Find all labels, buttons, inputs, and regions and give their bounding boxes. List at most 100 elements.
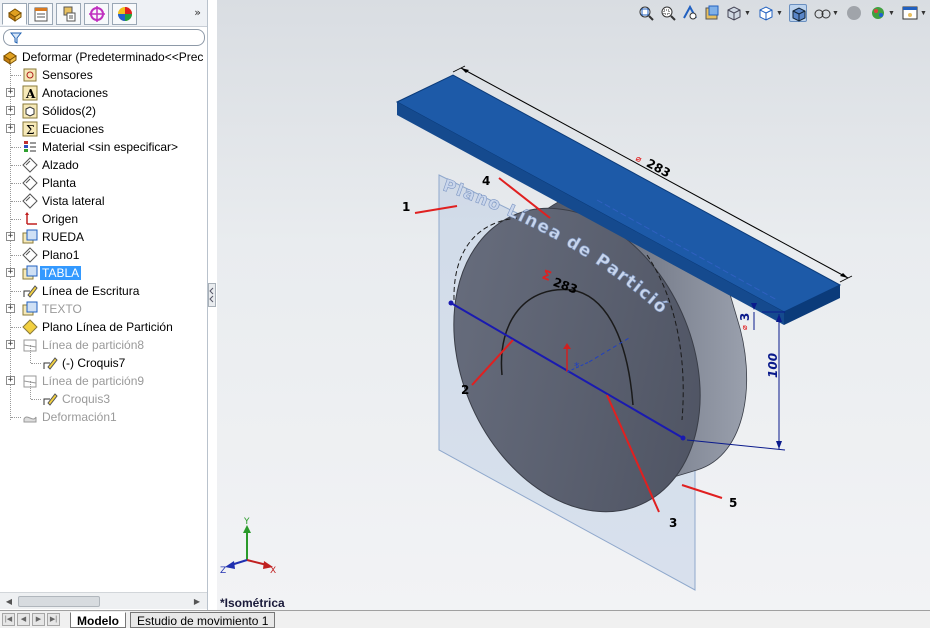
- expand-toggle-icon[interactable]: +: [6, 232, 15, 241]
- expand-toggle-icon[interactable]: +: [6, 268, 15, 277]
- featuremanager-tab[interactable]: [2, 3, 27, 25]
- tree-filter-input[interactable]: [3, 29, 205, 46]
- tree-item[interactable]: Vista lateral: [0, 192, 207, 210]
- tree-item[interactable]: + Sólidos(2): [0, 102, 207, 120]
- expand-toggle-icon[interactable]: +: [6, 340, 15, 349]
- scrollbar-thumb[interactable]: [18, 596, 100, 607]
- tabs-overflow-button[interactable]: »: [194, 6, 201, 19]
- extrude-icon: [22, 301, 38, 317]
- first-tab-button[interactable]: |◀: [2, 613, 15, 626]
- material-icon: [22, 139, 38, 155]
- tree-item-label: TABLA: [40, 266, 82, 280]
- view-orientation-dropdown-icon[interactable]: ▼: [744, 10, 751, 17]
- tree-item[interactable]: Plano1: [0, 246, 207, 264]
- annotations-icon: A: [22, 85, 38, 101]
- apply-scene-dropdown-icon[interactable]: ▼: [888, 10, 895, 17]
- apply-scene-icon[interactable]: [869, 4, 887, 22]
- tree-horizontal-scrollbar[interactable]: ◀ ▶: [0, 592, 207, 609]
- previous-view-icon[interactable]: [681, 4, 699, 22]
- tree-item[interactable]: + Σ Ecuaciones: [0, 120, 207, 138]
- triad-z-label: Z: [220, 566, 226, 576]
- shaded-edges-icon[interactable]: [789, 4, 807, 22]
- tree-item[interactable]: Plano Línea de Partición: [0, 318, 207, 336]
- thickness-dim-value: 3: [738, 313, 752, 321]
- view-orientation-icon[interactable]: [725, 4, 743, 22]
- tree-item-label: Línea de partición9: [42, 374, 145, 388]
- tree-item[interactable]: + TABLA: [0, 264, 207, 282]
- tree-item[interactable]: Origen: [0, 210, 207, 228]
- scroll-right-arrow-icon[interactable]: ▶: [191, 596, 203, 607]
- tree-item[interactable]: Deformación1: [0, 408, 207, 426]
- propertymanager-tab[interactable]: [28, 3, 53, 25]
- last-tab-button[interactable]: ▶|: [47, 613, 60, 626]
- tree-connector: [11, 201, 21, 202]
- tree-connector: [11, 255, 21, 256]
- tree-connector: [11, 165, 21, 166]
- tab-model[interactable]: Modelo: [70, 612, 126, 628]
- tree-item-label: RUEDA: [42, 230, 85, 244]
- tree-connector: [31, 363, 41, 364]
- thickness-dimension: ⌀ 3: [738, 313, 752, 330]
- tree-item[interactable]: Planta: [0, 174, 207, 192]
- triad-x-label: X: [270, 566, 276, 576]
- next-tab-button[interactable]: ▶: [32, 613, 45, 626]
- tree-item[interactable]: + RUEDA: [0, 228, 207, 246]
- tree-item[interactable]: (-) Croquis7: [0, 345, 207, 372]
- tree-item-label: Alzado: [42, 158, 79, 172]
- edit-appearance-icon[interactable]: [845, 4, 863, 22]
- solid-bodies-icon: [22, 103, 38, 119]
- tree-item[interactable]: + A Anotaciones: [0, 84, 207, 102]
- tab-motion-study[interactable]: Estudio de movimiento 1: [130, 612, 276, 628]
- view-orientation-label: *Isométrica: [220, 596, 285, 610]
- tree-item[interactable]: Línea de Escritura: [0, 282, 207, 300]
- propertymanager-icon: [34, 7, 47, 22]
- tree-item[interactable]: Material <sin especificar>: [0, 138, 207, 156]
- plane-icon: [22, 157, 38, 173]
- view-settings-icon[interactable]: [901, 4, 919, 22]
- svg-text:A: A: [25, 87, 36, 101]
- section-view-icon[interactable]: [703, 4, 721, 22]
- tree-item[interactable]: Croquis3: [0, 381, 207, 408]
- extrude-icon: [22, 265, 38, 281]
- tree-item[interactable]: + Línea de partición9: [0, 372, 207, 390]
- sensor-icon: [22, 67, 38, 83]
- split-end-point: [680, 435, 686, 441]
- scroll-left-arrow-icon[interactable]: ◀: [3, 596, 15, 607]
- callout-3: 3: [669, 516, 677, 530]
- display-style-icon[interactable]: [757, 4, 775, 22]
- hide-show-dropdown-icon[interactable]: ▼: [832, 10, 839, 17]
- tree-item-label: Deformación1: [42, 410, 117, 424]
- tree-item-label: Plano Línea de Partición: [42, 320, 173, 334]
- zoom-area-icon[interactable]: [659, 4, 677, 22]
- feature-manager-panel: » Deformar (Predeterminado<<Prec Sensores…: [0, 0, 208, 610]
- tree-item[interactable]: Alzado: [0, 156, 207, 174]
- display-style-dropdown-icon[interactable]: ▼: [776, 10, 783, 17]
- expand-toggle-icon[interactable]: +: [6, 88, 15, 97]
- collapse-arrow-icon: [209, 287, 214, 303]
- filter-icon: [10, 32, 22, 44]
- graphics-area[interactable]: * Plano Línea de Partición ⌀ 283 Σ 283: [217, 0, 930, 610]
- expand-toggle-icon[interactable]: +: [6, 304, 15, 313]
- view-settings-dropdown-icon[interactable]: ▼: [920, 10, 927, 17]
- expand-toggle-icon[interactable]: +: [6, 106, 15, 115]
- hide-show-icon[interactable]: [813, 4, 831, 22]
- tree-item[interactable]: + TEXTO: [0, 300, 207, 318]
- zoom-to-fit-icon[interactable]: [637, 4, 655, 22]
- tree-item-label: Planta: [42, 176, 77, 190]
- tree-item[interactable]: + Línea de partición8: [0, 336, 207, 354]
- tree-item-label: Croquis3: [62, 392, 111, 406]
- tree-item[interactable]: Sensores: [0, 66, 207, 84]
- plane-yellow-icon: [22, 319, 38, 335]
- expand-toggle-icon[interactable]: +: [6, 124, 15, 133]
- callout-2: 2: [461, 383, 469, 397]
- display-manager-tab[interactable]: [112, 3, 137, 25]
- prev-tab-button[interactable]: ◀: [17, 613, 30, 626]
- panel-collapse-handle[interactable]: [208, 283, 216, 307]
- configurationmanager-tab[interactable]: [56, 3, 81, 25]
- sketch-icon: [22, 283, 38, 299]
- tree-item-label: Origen: [42, 212, 79, 226]
- extrude-icon: [22, 229, 38, 245]
- expand-toggle-icon[interactable]: +: [6, 376, 15, 385]
- dimxpert-tab[interactable]: [84, 3, 109, 25]
- tree-root-deformar[interactable]: Deformar (Predeterminado<<Prec: [0, 48, 207, 66]
